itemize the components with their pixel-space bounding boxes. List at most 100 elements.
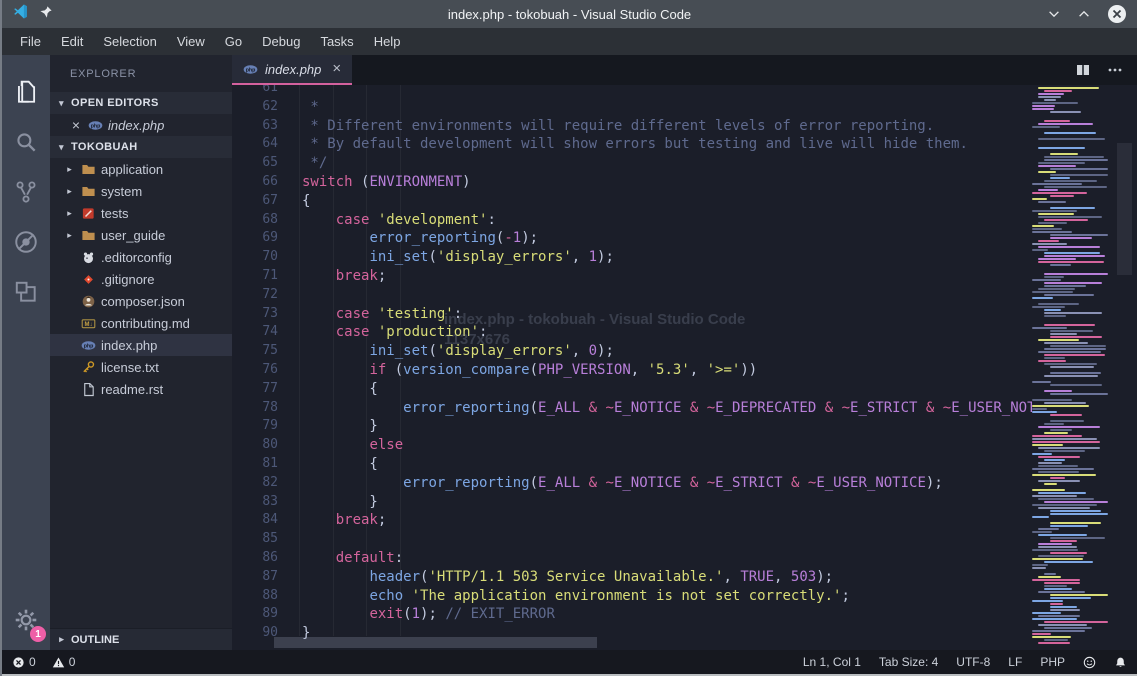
code-line-77[interactable]: 77 { [232, 380, 1032, 399]
line-number[interactable]: 71 [232, 267, 302, 286]
settings-gear-icon[interactable]: 1 [13, 607, 39, 638]
tree-item-tests[interactable]: ▸tests [50, 202, 232, 224]
code-area[interactable]: 6162 *63 * Different environments will r… [232, 85, 1032, 643]
line-number[interactable]: 62 [232, 98, 302, 117]
encoding-indicator[interactable]: UTF-8 [956, 655, 990, 669]
tab-index-php[interactable]: php index.php × [232, 55, 352, 85]
vscode-logo-icon[interactable] [12, 3, 29, 25]
menu-selection[interactable]: Selection [93, 30, 166, 53]
menu-file[interactable]: File [10, 30, 51, 53]
code-line-72[interactable]: 72 [232, 286, 1032, 305]
line-number[interactable]: 61 [232, 85, 302, 98]
menu-go[interactable]: Go [215, 30, 252, 53]
code-line-61[interactable]: 61 [232, 85, 1032, 98]
close-button[interactable] [1107, 4, 1127, 24]
line-number[interactable]: 80 [232, 436, 302, 455]
tree-item-readme-rst[interactable]: readme.rst [50, 378, 232, 400]
code-line-78[interactable]: 78 error_reporting(E_ALL & ~E_NOTICE & ~… [232, 399, 1032, 418]
tree-item-index-php[interactable]: phpindex.php [50, 334, 232, 356]
line-number[interactable]: 77 [232, 380, 302, 399]
menu-help[interactable]: Help [364, 30, 411, 53]
open-editors-header[interactable]: ▾ OPEN EDITORS [50, 92, 232, 114]
split-editor-icon[interactable] [1075, 62, 1091, 78]
extensions-icon[interactable] [2, 267, 50, 317]
line-number[interactable]: 73 [232, 305, 302, 324]
code-line-67[interactable]: 67{ [232, 192, 1032, 211]
search-icon[interactable] [2, 117, 50, 167]
line-number[interactable]: 85 [232, 530, 302, 549]
code-line-85[interactable]: 85 [232, 530, 1032, 549]
tree-item-system[interactable]: ▸system [50, 180, 232, 202]
open-editor-item[interactable]: × php index.php [50, 114, 232, 136]
source-control-icon[interactable] [2, 167, 50, 217]
folder-section-header[interactable]: ▾ TOKOBUAH [50, 136, 232, 158]
code-line-88[interactable]: 88 echo 'The application environment is … [232, 587, 1032, 606]
menu-edit[interactable]: Edit [51, 30, 93, 53]
problems-errors[interactable]: 0 [12, 655, 36, 669]
problems-warnings[interactable]: 0 [52, 655, 76, 669]
code-line-82[interactable]: 82 error_reporting(E_ALL & ~E_NOTICE & ~… [232, 474, 1032, 493]
code-line-81[interactable]: 81 { [232, 455, 1032, 474]
line-number[interactable]: 79 [232, 417, 302, 436]
line-number[interactable]: 65 [232, 154, 302, 173]
code-line-71[interactable]: 71 break; [232, 267, 1032, 286]
line-number[interactable]: 64 [232, 135, 302, 154]
code-line-84[interactable]: 84 break; [232, 511, 1032, 530]
line-number[interactable]: 83 [232, 493, 302, 512]
code-line-74[interactable]: 74 case 'production': [232, 323, 1032, 342]
code-line-66[interactable]: 66switch (ENVIRONMENT) [232, 173, 1032, 192]
tree-item-user-guide[interactable]: ▸user_guide [50, 224, 232, 246]
line-number[interactable]: 66 [232, 173, 302, 192]
horizontal-scrollbar[interactable] [274, 637, 597, 648]
line-number[interactable]: 88 [232, 587, 302, 606]
vertical-scrollbar[interactable] [1112, 85, 1137, 650]
tree-item-editorconfig[interactable]: .editorconfig [50, 246, 232, 268]
notification-badge[interactable]: 1 [30, 626, 46, 642]
outline-header[interactable]: ▸ OUTLINE [50, 628, 232, 650]
code-line-64[interactable]: 64 * By default development will show er… [232, 135, 1032, 154]
code-line-83[interactable]: 83 } [232, 493, 1032, 512]
code-line-65[interactable]: 65 */ [232, 154, 1032, 173]
code-line-76[interactable]: 76 if (version_compare(PHP_VERSION, '5.3… [232, 361, 1032, 380]
line-number[interactable]: 69 [232, 229, 302, 248]
line-number[interactable]: 70 [232, 248, 302, 267]
code-line-79[interactable]: 79 } [232, 417, 1032, 436]
pin-icon[interactable] [39, 5, 53, 24]
code-line-70[interactable]: 70 ini_set('display_errors', 1); [232, 248, 1032, 267]
code-line-63[interactable]: 63 * Different environments will require… [232, 117, 1032, 136]
code-line-75[interactable]: 75 ini_set('display_errors', 0); [232, 342, 1032, 361]
line-number[interactable]: 78 [232, 399, 302, 418]
chevron-collapsed-icon[interactable]: ▸ [64, 164, 75, 175]
line-number[interactable]: 63 [232, 117, 302, 136]
line-number[interactable]: 72 [232, 286, 302, 305]
line-number[interactable]: 68 [232, 211, 302, 230]
code-line-87[interactable]: 87 header('HTTP/1.1 503 Service Unavaila… [232, 568, 1032, 587]
menu-tasks[interactable]: Tasks [310, 30, 363, 53]
menu-view[interactable]: View [167, 30, 215, 53]
line-number[interactable]: 74 [232, 323, 302, 342]
feedback-smiley-icon[interactable] [1083, 656, 1096, 669]
chevron-collapsed-icon[interactable]: ▸ [64, 208, 75, 219]
titlebar[interactable]: index.php - tokobuah - Visual Studio Cod… [2, 0, 1137, 28]
debug-icon[interactable] [2, 217, 50, 267]
eol-indicator[interactable]: LF [1008, 655, 1022, 669]
code-line-86[interactable]: 86 default: [232, 549, 1032, 568]
code-line-80[interactable]: 80 else [232, 436, 1032, 455]
code-line-68[interactable]: 68 case 'development': [232, 211, 1032, 230]
line-number[interactable]: 81 [232, 455, 302, 474]
code-line-89[interactable]: 89 exit(1); // EXIT_ERROR [232, 605, 1032, 624]
minimap[interactable] [1032, 85, 1112, 650]
chevron-collapsed-icon[interactable]: ▸ [64, 186, 75, 197]
menu-debug[interactable]: Debug [252, 30, 310, 53]
tree-item-gitignore[interactable]: .gitignore [50, 268, 232, 290]
line-number[interactable]: 76 [232, 361, 302, 380]
line-number[interactable]: 75 [232, 342, 302, 361]
explorer-icon[interactable] [2, 67, 50, 117]
code-line-69[interactable]: 69 error_reporting(-1); [232, 229, 1032, 248]
maximize-button[interactable] [1077, 7, 1091, 21]
tree-item-application[interactable]: ▸application [50, 158, 232, 180]
language-mode[interactable]: PHP [1040, 655, 1065, 669]
cursor-position[interactable]: Ln 1, Col 1 [803, 655, 861, 669]
close-icon[interactable]: × [70, 119, 82, 131]
code-line-73[interactable]: 73 case 'testing': [232, 305, 1032, 324]
